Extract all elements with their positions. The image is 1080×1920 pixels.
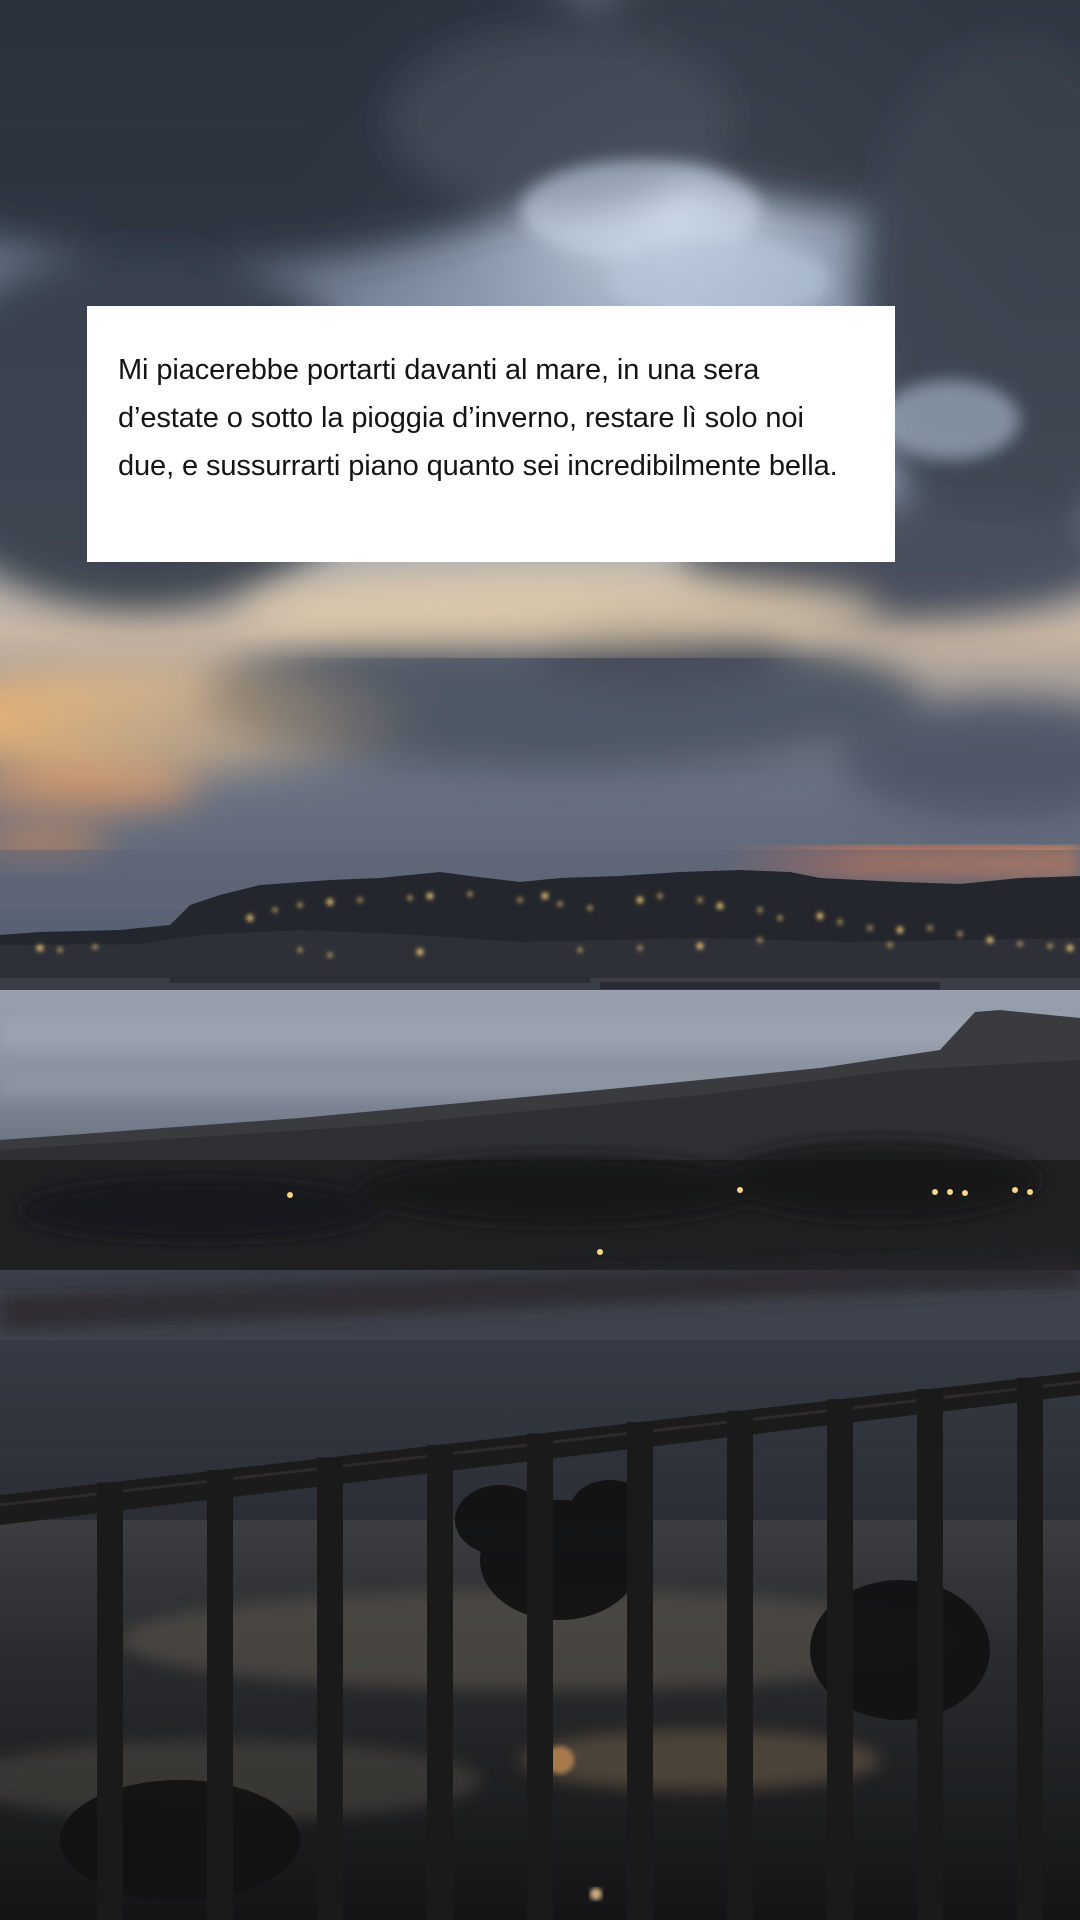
city-light (246, 914, 254, 922)
caption-text: Mi piacerebbe portarti davanti al mare, … (118, 354, 838, 482)
city-light (757, 907, 763, 913)
story-frame: Mi piacerebbe portarti davanti al mare, … (0, 0, 1080, 1920)
city-light (887, 942, 893, 948)
city-light (517, 897, 523, 903)
shore-light (1027, 1189, 1033, 1195)
city-light (357, 897, 363, 903)
city-light (1047, 943, 1053, 949)
railing-bar (527, 1433, 553, 1920)
city-light (92, 944, 98, 950)
railing-bar (917, 1389, 943, 1920)
shore-light (947, 1189, 953, 1195)
city-light (657, 893, 663, 899)
railing-bar (1017, 1377, 1043, 1920)
city-light (716, 902, 724, 910)
railing-bar (827, 1399, 853, 1920)
city-light (416, 948, 424, 956)
shore-light (287, 1192, 293, 1198)
city-light (777, 915, 783, 921)
city-light (1017, 941, 1023, 947)
city-light (272, 907, 278, 913)
city-light (816, 912, 824, 920)
city-light (1066, 944, 1074, 952)
city-light (297, 902, 303, 908)
shore-light (737, 1187, 743, 1193)
railing-bar (727, 1410, 753, 1920)
city-light (867, 925, 873, 931)
city-light (927, 925, 933, 931)
railing-bar (317, 1457, 343, 1920)
railing-bar (97, 1482, 123, 1920)
city-light (636, 896, 644, 904)
city-light (426, 892, 434, 900)
city-light (326, 898, 334, 906)
city-light (557, 901, 563, 907)
city-light (896, 926, 904, 934)
railing-bar (427, 1444, 453, 1920)
city-light (757, 937, 763, 943)
railing-bar (207, 1469, 233, 1920)
city-light (957, 931, 963, 937)
caption-card: Mi piacerebbe portarti davanti al mare, … (87, 306, 895, 562)
background-photo (0, 0, 1080, 1920)
city-light (36, 944, 44, 952)
city-light (696, 942, 704, 950)
city-light (986, 936, 994, 944)
city-light (407, 895, 413, 901)
city-light (297, 947, 303, 953)
city-light (467, 891, 473, 897)
city-light (837, 919, 843, 925)
shore-light (932, 1189, 938, 1195)
city-light (587, 905, 593, 911)
shore-light (1012, 1187, 1018, 1193)
city-light (541, 892, 549, 900)
shore-light (597, 1249, 603, 1255)
city-light (57, 947, 63, 953)
city-light (637, 945, 643, 951)
shore-light (962, 1190, 968, 1196)
city-light (577, 947, 583, 953)
city-light (327, 952, 333, 958)
railing-bar (627, 1422, 653, 1920)
city-light (697, 897, 703, 903)
